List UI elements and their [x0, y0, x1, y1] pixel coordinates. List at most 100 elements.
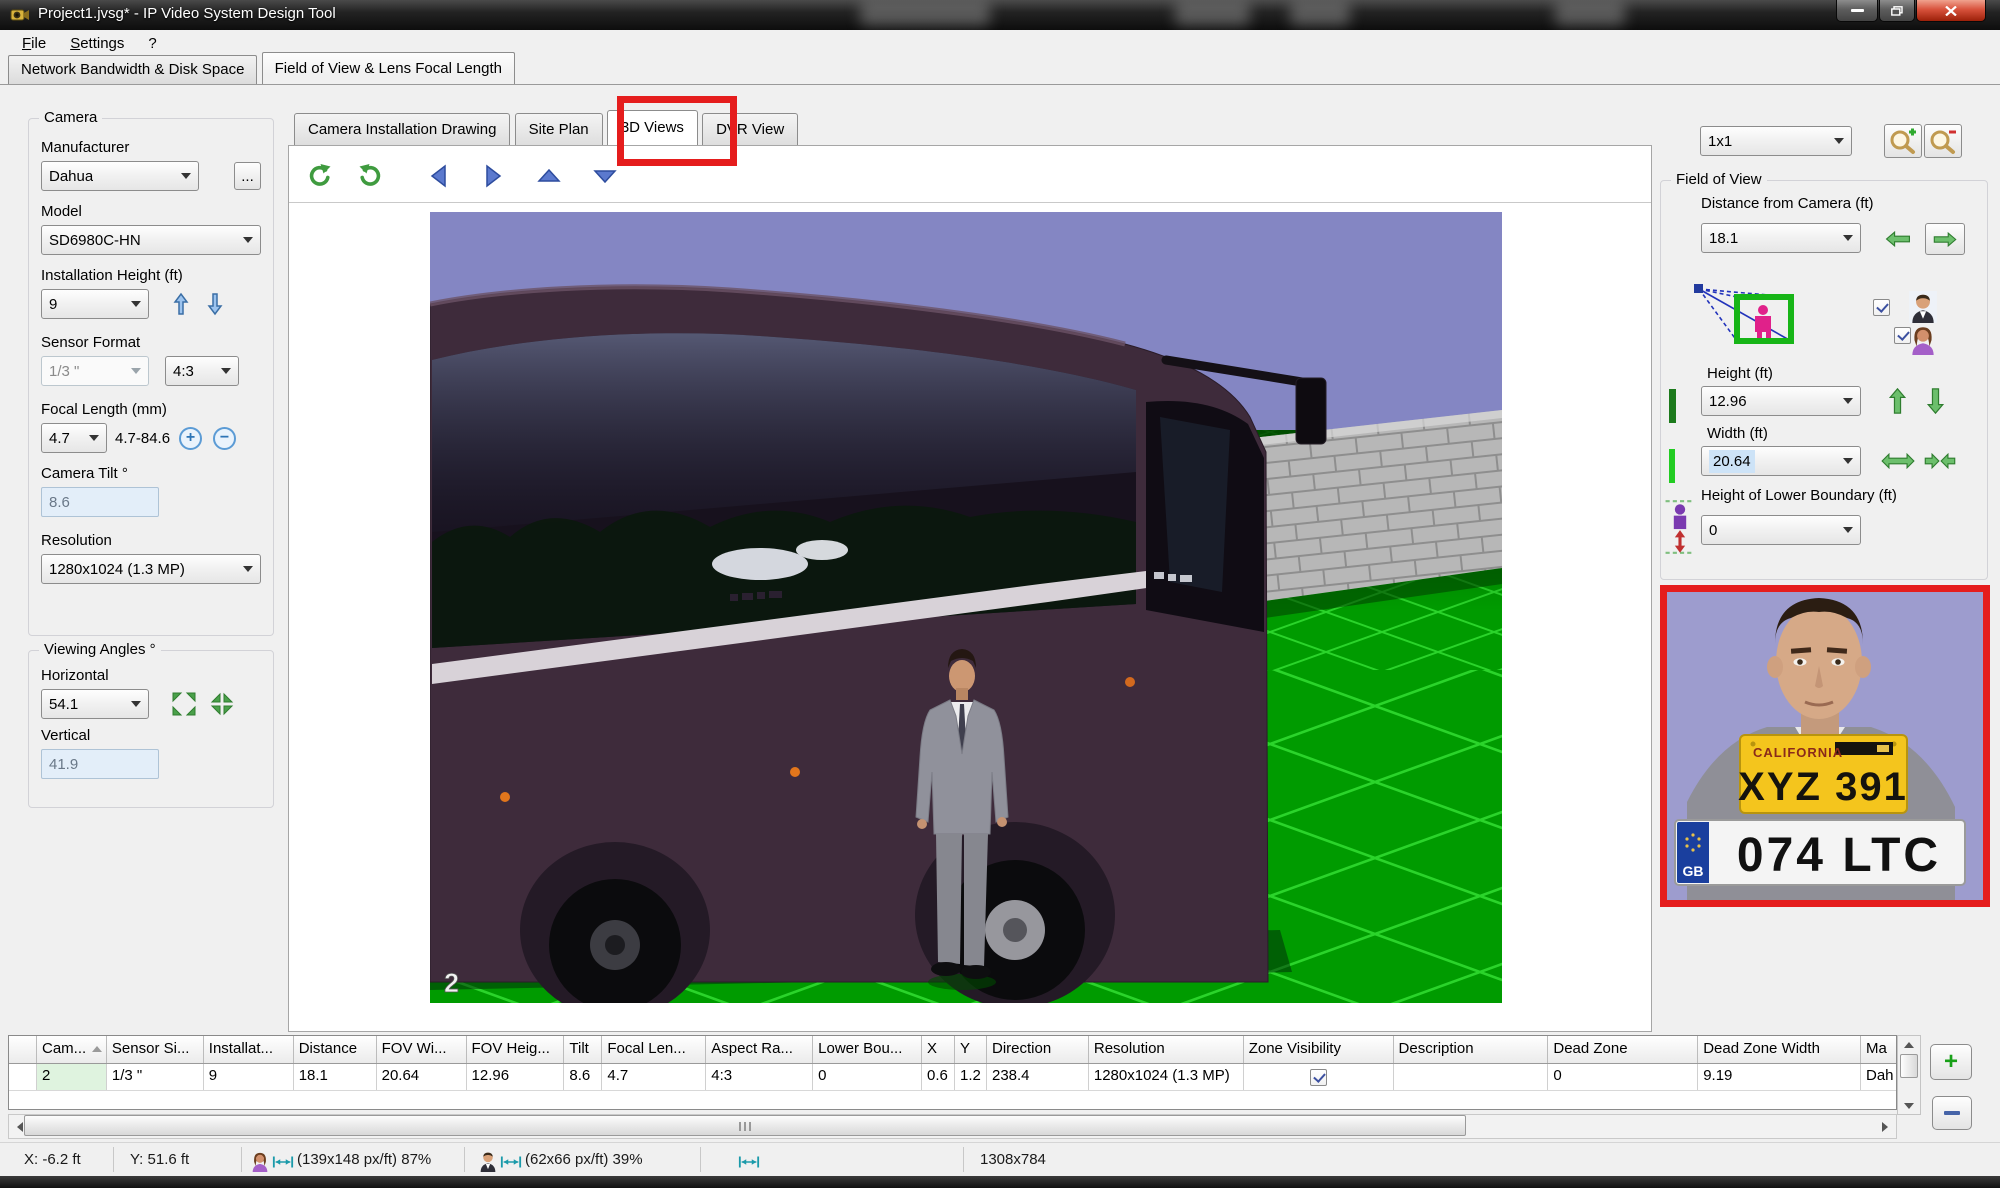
close-icon [1945, 6, 1957, 16]
table-cell: 4.7 [602, 1064, 706, 1090]
fov-width-select[interactable]: 20.64 [1701, 446, 1861, 476]
table-row[interactable]: 21/3 "918.120.6412.968.64.74:300.61.2238… [9, 1064, 1896, 1091]
close-button[interactable] [1916, 0, 1986, 22]
horizontal-angle-select[interactable]: 54.1 [41, 689, 149, 719]
column-header-9[interactable]: Aspect Ra... [706, 1036, 813, 1063]
menu-help[interactable]: ? [136, 33, 168, 54]
manufacturer-select[interactable]: Dahua [41, 161, 199, 191]
scrollbar-thumb[interactable] [1900, 1054, 1918, 1078]
column-header-11[interactable]: X [922, 1036, 955, 1063]
focal-length-range: 4.7-84.6 [115, 430, 170, 447]
vertical-angle-label: Vertical [41, 727, 261, 744]
restore-button[interactable] [1879, 0, 1915, 22]
layout-select[interactable]: 1x1 [1700, 126, 1852, 156]
column-header-8[interactable]: Focal Len... [602, 1036, 706, 1063]
tilt-up-icon[interactable] [534, 162, 564, 190]
lower-camera-icon[interactable] [207, 292, 223, 316]
toolbar-separator [289, 202, 1651, 203]
remove-camera-button[interactable] [1932, 1096, 1972, 1130]
sensor-format-select[interactable]: 1/3 " [41, 356, 149, 386]
tab-site-plan[interactable]: Site Plan [515, 113, 603, 145]
lower-boundary-select[interactable]: 0 [1701, 515, 1861, 545]
scene-camera-number: 2 [444, 968, 459, 998]
resolution-select[interactable]: 1280x1024 (1.3 MP) [41, 554, 261, 584]
model-select[interactable]: SD6980C-HN [41, 225, 261, 255]
table-body: 21/3 "918.120.6412.968.64.74:300.61.2238… [9, 1064, 1896, 1091]
widen-angle-icon[interactable] [171, 691, 197, 717]
add-camera-button[interactable]: + [1930, 1044, 1972, 1080]
move-closer-icon[interactable] [1883, 231, 1913, 247]
column-header-16[interactable]: Description [1394, 1036, 1549, 1063]
column-header-3[interactable]: Installat... [204, 1036, 294, 1063]
pan-left-icon[interactable] [424, 162, 454, 190]
column-header-14[interactable]: Resolution [1089, 1036, 1244, 1063]
show-man-checkbox[interactable] [1873, 299, 1890, 316]
column-header-19[interactable]: Ma [1861, 1036, 1896, 1063]
column-header-7[interactable]: Tilt [564, 1036, 602, 1063]
rotate-left-icon[interactable] [304, 162, 334, 190]
rotate-right-icon[interactable] [356, 162, 386, 190]
decrease-height-icon[interactable] [1927, 387, 1944, 415]
column-header-12[interactable]: Y [955, 1036, 987, 1063]
status-x-coordinate: X: -6.2 ft [24, 1151, 81, 1168]
tab-camera-installation-drawing[interactable]: Camera Installation Drawing [294, 113, 510, 145]
increase-height-icon[interactable] [1889, 387, 1906, 415]
fov-height-label: Height (ft) [1707, 365, 1773, 382]
raise-camera-icon[interactable] [173, 292, 189, 316]
hscrollbar-thumb[interactable] [24, 1115, 1466, 1136]
status-separator [464, 1147, 465, 1172]
scroll-down-icon[interactable] [1898, 1097, 1920, 1114]
column-header-13[interactable]: Direction [987, 1036, 1089, 1063]
model-label: Model [41, 203, 261, 220]
tab-field-of-view[interactable]: Field of View & Lens Focal Length [262, 52, 515, 84]
chevron-down-icon [1834, 138, 1844, 144]
fov-height-select[interactable]: 12.96 [1701, 386, 1861, 416]
window-titlebar[interactable]: Project1.jvsg* - IP Video System Design … [0, 0, 2000, 30]
fov-group-label: Field of View [1671, 171, 1767, 188]
tilt-down-icon[interactable] [590, 162, 620, 190]
column-header-10[interactable]: Lower Bou... [813, 1036, 922, 1063]
license-plate-eu: GB 074 LTC [1675, 820, 1965, 885]
pan-right-icon[interactable] [478, 162, 508, 190]
focal-length-select[interactable]: 4.7 [41, 423, 107, 453]
column-header-15[interactable]: Zone Visibility [1244, 1036, 1394, 1063]
column-header-1[interactable]: Cam... [37, 1036, 107, 1063]
scroll-up-icon[interactable] [1898, 1036, 1920, 1053]
widen-fov-icon[interactable] [1881, 453, 1915, 469]
zoom-in-focal-button[interactable]: + [179, 427, 202, 450]
column-header-18[interactable]: Dead Zone Width [1698, 1036, 1861, 1063]
3d-viewport[interactable]: 2 [430, 212, 1502, 1003]
move-farther-button[interactable] [1925, 223, 1965, 255]
column-header-2[interactable]: Sensor Si... [107, 1036, 204, 1063]
woman-icon [250, 1150, 270, 1172]
table-vertical-scrollbar[interactable] [1897, 1035, 1921, 1115]
column-header-5[interactable]: FOV Wi... [377, 1036, 467, 1063]
manufacturer-more-button[interactable]: ... [234, 162, 261, 190]
chevron-down-icon [1843, 398, 1853, 404]
zoom-in-button[interactable] [1884, 124, 1922, 158]
minimize-button[interactable] [1836, 0, 1878, 22]
narrow-angle-icon[interactable] [209, 691, 235, 717]
scroll-right-icon[interactable] [1874, 1115, 1896, 1138]
man-icon [1909, 291, 1937, 323]
aspect-ratio-select[interactable]: 4:3 [165, 356, 239, 386]
column-header-6[interactable]: FOV Heig... [467, 1036, 565, 1063]
column-header-17[interactable]: Dead Zone [1548, 1036, 1698, 1063]
camera-tilt-label: Camera Tilt ° [41, 465, 261, 482]
column-header-4[interactable]: Distance [294, 1036, 377, 1063]
zoom-out-focal-button[interactable]: − [213, 427, 236, 450]
narrow-fov-icon[interactable] [1923, 453, 1957, 469]
zone-visibility-checkbox[interactable] [1310, 1069, 1327, 1086]
installation-height-select[interactable]: 9 [41, 289, 149, 319]
measure-icon [500, 1155, 522, 1169]
tab-network-bandwidth[interactable]: Network Bandwidth & Disk Space [8, 55, 257, 84]
3d-toolbar [304, 158, 620, 194]
menu-settings[interactable]: Settings [58, 33, 136, 54]
bus [430, 287, 1326, 1003]
titlebar-glass-reflection [1175, 2, 1250, 26]
distance-select[interactable]: 18.1 [1701, 223, 1861, 253]
svg-text:074 LTC: 074 LTC [1737, 829, 1941, 882]
zoom-out-button[interactable] [1924, 124, 1962, 158]
menu-file[interactable]: File [10, 33, 58, 54]
column-header-0[interactable] [9, 1036, 37, 1063]
